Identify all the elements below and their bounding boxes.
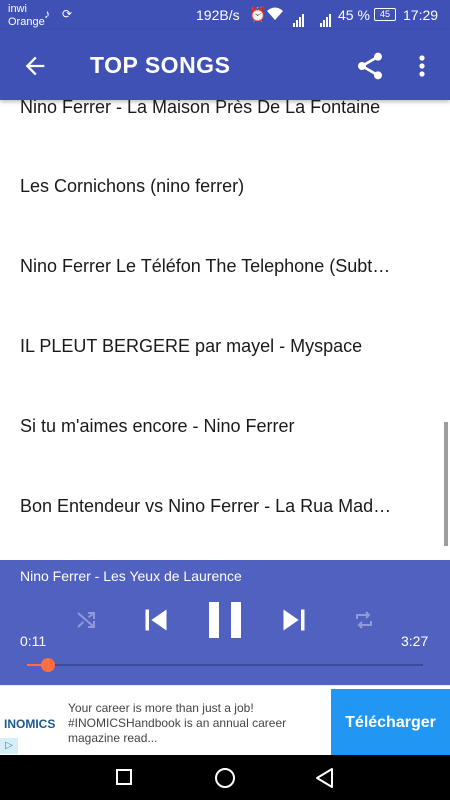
- nav-back-icon[interactable]: [314, 767, 334, 789]
- battery-percent: 45 %: [338, 7, 370, 23]
- recent-apps-icon[interactable]: [116, 769, 132, 785]
- navigation-bar: [0, 755, 450, 800]
- list-item[interactable]: Nino Ferrer - La Maison Près De La Fonta…: [20, 100, 392, 118]
- shuffle-icon[interactable]: [72, 608, 100, 632]
- list-item[interactable]: IL PLEUT BERGERE par mayel - Myspace: [20, 336, 392, 357]
- ad-download-button[interactable]: Télécharger: [331, 689, 450, 756]
- clock: 17:29: [403, 7, 439, 23]
- signal-icon: [293, 9, 305, 27]
- battery-icon: 45: [374, 8, 396, 21]
- adchoices-icon[interactable]: ▷: [0, 738, 18, 754]
- carrier-name-secondary: Orange: [8, 16, 45, 28]
- share-icon[interactable]: [354, 50, 386, 82]
- scroll-indicator[interactable]: [444, 422, 448, 546]
- page-title: TOP SONGS: [90, 52, 231, 78]
- list-item[interactable]: Si tu m'aimes encore - Nino Ferrer: [20, 416, 392, 437]
- ad-text: Your career is more than just a job! #IN…: [68, 701, 287, 745]
- carrier-name: inwi: [8, 3, 27, 15]
- signal-icon-2: [320, 9, 332, 27]
- mini-player: Nino Ferrer - Les Yeux de Laurence 0:11 …: [0, 560, 450, 685]
- home-icon[interactable]: [215, 768, 235, 788]
- seek-bar[interactable]: [27, 664, 423, 666]
- pause-icon[interactable]: [207, 601, 243, 639]
- sync-icon: ⟳: [62, 7, 73, 21]
- ad-banner[interactable]: INOMICS ▷ Your career is more than just …: [0, 685, 450, 756]
- seek-thumb[interactable]: [41, 658, 55, 672]
- current-time: 0:11: [20, 633, 47, 649]
- music-note-icon: ♪: [44, 7, 50, 21]
- skip-previous-icon[interactable]: [142, 606, 170, 634]
- skip-next-icon[interactable]: [280, 606, 308, 634]
- now-playing-title: Nino Ferrer - Les Yeux de Laurence: [20, 568, 242, 584]
- alarm-icon: ⏰: [249, 6, 267, 22]
- ad-brand-logo: INOMICS: [4, 717, 56, 731]
- total-time: 3:27: [401, 633, 429, 649]
- more-vert-icon[interactable]: [410, 50, 434, 82]
- network-speed: 192B/s: [196, 7, 240, 23]
- list-item[interactable]: Bon Entendeur vs Nino Ferrer - La Rua Ma…: [20, 496, 392, 517]
- status-bar: inwi Orange ♪ ⟳ 192B/s ⏰ 45 % 45 17:29: [0, 0, 450, 30]
- arrow-back-icon[interactable]: [18, 52, 52, 80]
- list-item[interactable]: Nino Ferrer Le Téléfon The Telephone (Su…: [20, 256, 392, 277]
- wifi-icon: [267, 7, 283, 20]
- repeat-icon[interactable]: [350, 608, 378, 632]
- list-item[interactable]: Les Cornichons (nino ferrer): [20, 176, 392, 197]
- app-bar: TOP SONGS: [0, 30, 450, 100]
- song-list[interactable]: Nino Ferrer - La Maison Près De La Fonta…: [0, 100, 450, 560]
